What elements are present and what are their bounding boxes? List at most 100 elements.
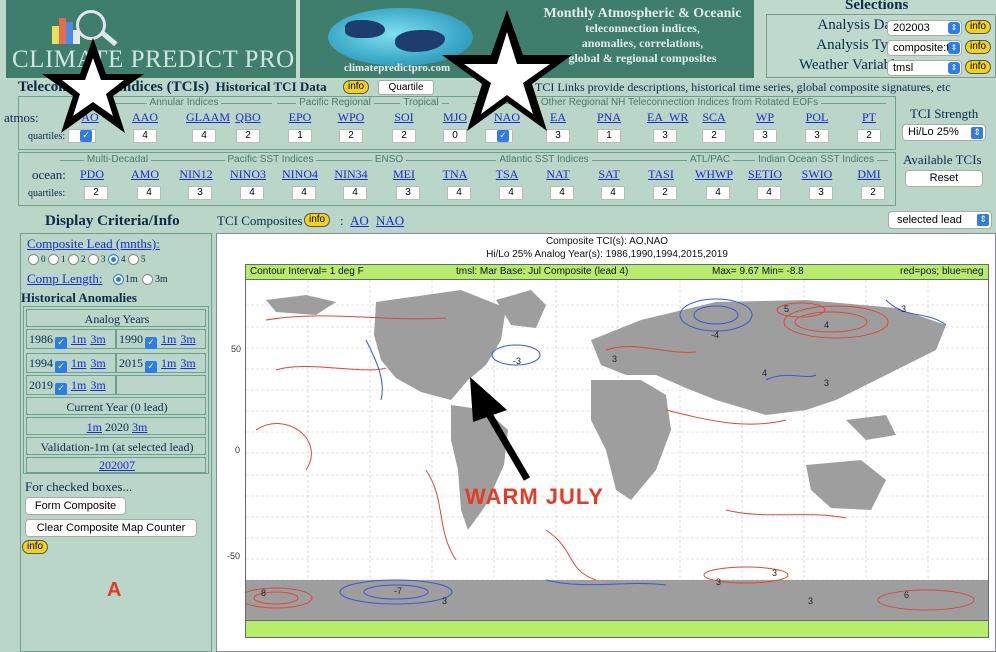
quartile-value: 3 — [809, 186, 833, 200]
tci-link-wpo[interactable]: WPO — [333, 110, 369, 125]
contour-label: 3 — [442, 596, 448, 606]
contour-label: 3 — [772, 568, 778, 578]
tci-link-ea_wr[interactable]: EA_WR — [647, 110, 688, 125]
y-tick: 50 — [231, 344, 242, 354]
weather-variable-select[interactable]: tmsl ⇕ — [887, 60, 962, 76]
checkbox-checked-icon[interactable]: ✓ — [145, 337, 157, 349]
lead-4-radio[interactable] — [108, 254, 119, 265]
comp-length-1m-radio[interactable] — [113, 274, 124, 285]
year-3m-link[interactable]: 3m — [90, 356, 105, 370]
updown-icon: ⇕ — [948, 62, 960, 74]
clear-counter-button[interactable]: Clear Composite Map Counter — [25, 519, 197, 537]
quartile-value: 3 — [188, 186, 212, 200]
tci-link-sca[interactable]: SCA — [696, 110, 732, 125]
tci-link-setio[interactable]: SETIO — [743, 167, 787, 182]
tci-link-nino3[interactable]: NINO3 — [226, 167, 270, 182]
quartile-value: 1 — [597, 129, 621, 143]
tci-link-tna[interactable]: TNA — [433, 167, 477, 182]
analysis-type-select[interactable]: composite:t ⇕ — [887, 40, 962, 56]
selections-panel: Analysis Date 202003 ⇕ info Analysis Type… — [766, 14, 996, 78]
form-composite-button[interactable]: Form Composite — [25, 497, 126, 515]
year-1m-link[interactable]: 1m — [161, 356, 176, 370]
quartile-value: 4 — [240, 186, 264, 200]
tci-link-pdo[interactable]: PDO — [70, 167, 114, 182]
tci-link-sat[interactable]: SAT — [587, 167, 631, 182]
display-criteria-panel: Composite Lead (mnths): 012345 Comp Leng… — [20, 233, 212, 652]
tci-link-pol[interactable]: POL — [799, 110, 835, 125]
year-1m-link[interactable]: 1m — [161, 332, 176, 346]
current-1m-link[interactable]: 1m — [87, 420, 102, 434]
checkbox-checked-icon[interactable]: ✓ — [55, 337, 67, 349]
validation-link[interactable]: 202007 — [99, 458, 135, 472]
year-1m-link[interactable]: 1m — [71, 332, 86, 346]
tci-link-dmi[interactable]: DMI — [847, 167, 891, 182]
ocean-label: ocean: — [32, 167, 66, 182]
info-button[interactable]: info — [965, 20, 992, 34]
tci-link-whwp[interactable]: WHWP — [692, 167, 736, 182]
composite-link-ao[interactable]: AO — [350, 213, 369, 229]
info-button[interactable]: info — [22, 540, 49, 554]
tci-link-nin12[interactable]: NIN12 — [174, 167, 218, 182]
lead-1-radio[interactable] — [48, 254, 59, 265]
current-year-row: 1m 2020 3m — [26, 417, 206, 435]
checkbox-checked-icon[interactable]: ✓ — [55, 361, 67, 373]
updown-icon: ⇕ — [948, 42, 960, 54]
quartile-value: 4 — [137, 186, 161, 200]
lead-5-radio[interactable] — [128, 254, 139, 265]
tci-link-nino4[interactable]: NINO4 — [278, 167, 322, 182]
contour-label: 4 — [762, 368, 768, 378]
tci-link-glaam[interactable]: GLAAM — [186, 110, 230, 125]
year-1m-link[interactable]: 1m — [71, 356, 86, 370]
tci-link-wp[interactable]: WP — [747, 110, 783, 125]
analysis-date-select[interactable]: 202003 ⇕ — [887, 20, 962, 36]
lead-3-radio[interactable] — [88, 254, 99, 265]
current-3m-link[interactable]: 3m — [132, 420, 147, 434]
year-3m-link[interactable]: 3m — [90, 378, 105, 392]
quartile-value: 2 — [857, 129, 881, 143]
info-button[interactable]: info — [343, 80, 370, 94]
for-checked-label: For checked boxes... — [25, 479, 133, 494]
year-3m-link[interactable]: 3m — [180, 332, 195, 346]
quartile-value: 3 — [396, 186, 420, 200]
tci-link-swio[interactable]: SWIO — [795, 167, 839, 182]
updown-icon: ⇕ — [977, 214, 989, 226]
info-button[interactable]: info — [304, 213, 331, 227]
lead-select[interactable]: selected lead ⇕ — [888, 211, 992, 229]
map-title: Composite TCI(s): AO,NAO — [545, 236, 669, 247]
tci-link-qbo[interactable]: QBO — [230, 110, 266, 125]
year-3m-link[interactable]: 3m — [180, 356, 195, 370]
quartile-value: 4 — [706, 186, 730, 200]
checkbox-checked-icon[interactable]: ✓ — [145, 361, 157, 373]
atmos-label: atmos: — [4, 110, 39, 125]
tci-link-pt[interactable]: PT — [851, 110, 887, 125]
contour-label: 8 — [261, 588, 267, 598]
info-button[interactable]: info — [965, 40, 992, 54]
tci-link-epo[interactable]: EPO — [282, 110, 318, 125]
checkbox-checked-icon[interactable]: ✓ — [55, 383, 67, 395]
contour-label: -4 — [711, 330, 720, 340]
comp-length-label[interactable]: Comp Length: — [27, 271, 102, 287]
quartile-button[interactable]: Quartile — [378, 80, 434, 95]
analog-year-cell: 1994 ✓ 1m 3m — [26, 353, 116, 373]
tci-link-nat[interactable]: NAT — [536, 167, 580, 182]
tci-link-soi[interactable]: SOI — [386, 110, 422, 125]
lead-0-radio[interactable] — [28, 254, 39, 265]
tci-link-tsa[interactable]: TSA — [485, 167, 529, 182]
comp-length-3m-radio[interactable] — [142, 274, 153, 285]
info-button[interactable]: info — [965, 60, 992, 74]
tci-link-amo[interactable]: AMO — [123, 167, 167, 182]
year-1m-link[interactable]: 1m — [71, 378, 86, 392]
tci-strength-select[interactable]: Hi/Lo 25% ⇕ — [902, 124, 986, 141]
quartile-value: 3 — [653, 129, 677, 143]
year-3m-link[interactable]: 3m — [90, 332, 105, 346]
composite-link-nao[interactable]: NAO — [376, 213, 404, 229]
lead-2-radio[interactable] — [68, 254, 79, 265]
tci-link-pna[interactable]: PNA — [591, 110, 627, 125]
tci-link-nin34[interactable]: NIN34 — [329, 167, 373, 182]
composite-lead-label[interactable]: Composite Lead (mnths): — [27, 236, 160, 252]
tci-link-tasi[interactable]: TASI — [639, 167, 683, 182]
tci-link-mei[interactable]: MEI — [382, 167, 426, 182]
quartile-value: 2 — [392, 129, 416, 143]
available-tcis-label: Available TCIs — [903, 152, 982, 167]
reset-button[interactable]: Reset — [905, 170, 983, 187]
